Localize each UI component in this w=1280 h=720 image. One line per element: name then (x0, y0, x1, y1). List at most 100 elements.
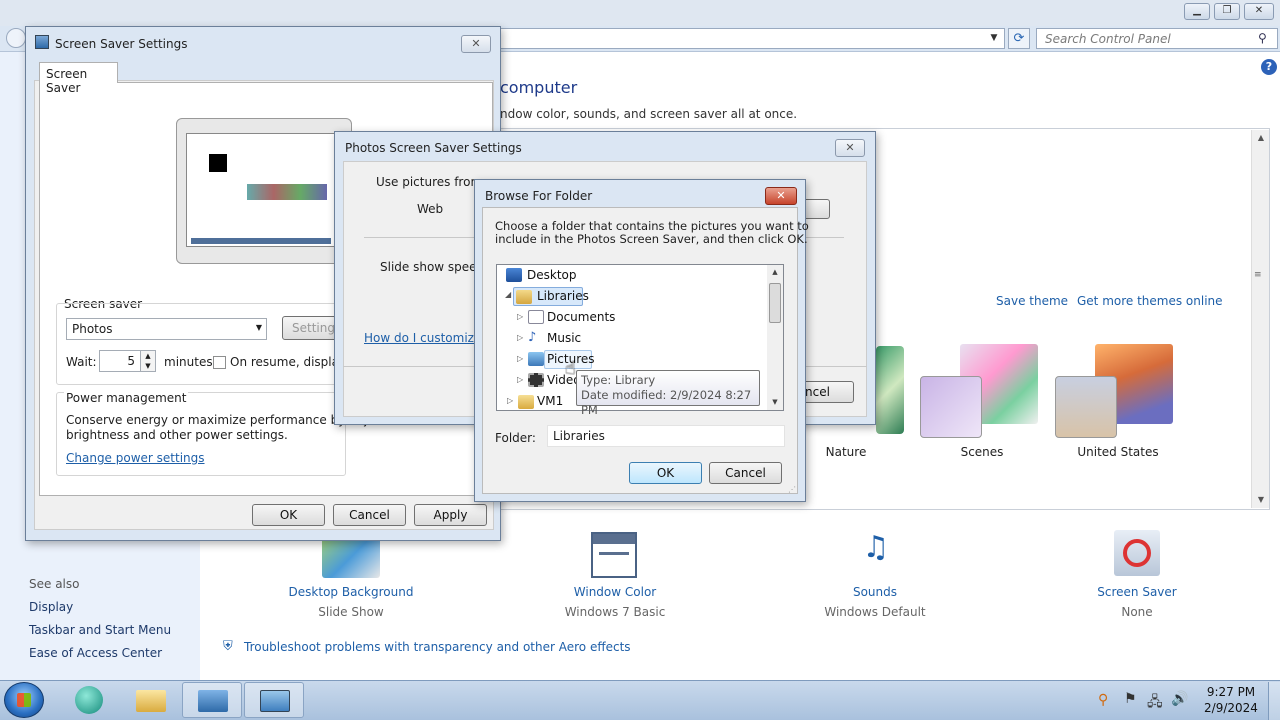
desktop-icon (506, 268, 522, 282)
tooltip-type: Type: Library (581, 373, 656, 387)
united-states-theme-image[interactable] (1055, 344, 1175, 438)
use-pictures-label: Use pictures from: (376, 175, 487, 189)
sounds-link[interactable]: Sounds (800, 585, 950, 599)
folder-label: Folder: (495, 431, 536, 445)
sounds-value: Windows Default (824, 605, 926, 619)
theme-label-scenes[interactable]: Scenes (950, 445, 1014, 459)
power-management-title: Power management (64, 391, 189, 405)
tree-item-libraries[interactable]: Libraries (537, 286, 589, 306)
window-color-icon[interactable] (591, 532, 637, 578)
clock-time: 9:27 PM (1206, 685, 1256, 699)
wait-label: Wait: (66, 355, 97, 369)
hand-cursor-icon: ☝ (565, 358, 576, 379)
video-icon (528, 373, 544, 387)
back-button[interactable] (6, 28, 26, 48)
clock[interactable]: 9:27 PM 2/9/2024 (1196, 684, 1266, 716)
screen-saver-app-icon (35, 35, 49, 49)
maximize-button[interactable]: ❐ (1214, 3, 1240, 20)
browse-close-icon[interactable]: ✕ (765, 187, 797, 205)
power-text-line-1: Conserve energy or maximize performance … (66, 413, 376, 427)
screen-saver-select-value: Photos (72, 322, 113, 336)
page-title: computer (500, 78, 578, 97)
customize-help-link[interactable]: How do I customize (364, 331, 481, 345)
collapsed-arrow-icon[interactable]: ▷ (517, 312, 527, 321)
screen-saver-value: None (1121, 605, 1153, 619)
scenes-theme-image[interactable] (920, 344, 1038, 438)
resize-grip-icon[interactable]: ⋰ (788, 485, 796, 494)
tree-item-desktop[interactable]: Desktop (527, 265, 577, 285)
nature-theme-image[interactable] (876, 346, 904, 434)
photos-dialog-title: Photos Screen Saver Settings (345, 141, 522, 155)
music-icon: ♪ (528, 330, 537, 345)
screen-saver-select[interactable]: Photos ▼ (66, 318, 267, 340)
more-themes-link[interactable]: Get more themes online (1077, 294, 1223, 308)
ok-button[interactable]: OK (252, 504, 325, 526)
close-window-button[interactable]: ✕ (1244, 3, 1274, 20)
scroll-down-icon[interactable]: ▼ (1252, 492, 1270, 508)
taskbar-explorer-icon[interactable] (121, 682, 181, 718)
troubleshoot-link[interactable]: Troubleshoot problems with transparency … (244, 640, 631, 654)
tree-scroll-thumb[interactable] (769, 283, 781, 323)
save-theme-link[interactable]: Save theme (996, 294, 1068, 308)
see-also-display[interactable]: Display (29, 600, 73, 614)
cancel-button[interactable]: Cancel (333, 504, 406, 526)
resume-checkbox[interactable] (213, 356, 226, 369)
see-also-taskbar[interactable]: Taskbar and Start Menu (29, 623, 171, 637)
taskbar-screen-saver-icon[interactable] (244, 682, 304, 718)
documents-icon (528, 310, 544, 324)
themes-scrollbar[interactable]: ▲ ≡ ▼ (1251, 130, 1269, 508)
address-dropdown-icon[interactable]: ▼ (986, 29, 1002, 47)
tree-item-vm1[interactable]: VM1 (537, 391, 563, 411)
browse-cancel-button[interactable]: Cancel (709, 462, 782, 484)
collapsed-arrow-icon[interactable]: ▷ (507, 396, 517, 405)
taskbar-browser-icon[interactable] (60, 682, 120, 718)
taskbar-control-panel-icon[interactable] (182, 682, 242, 718)
collapsed-arrow-icon[interactable]: ▷ (517, 354, 527, 363)
see-also-ease-of-access[interactable]: Ease of Access Center (29, 646, 162, 660)
folder-icon (518, 395, 534, 409)
start-button[interactable] (4, 682, 44, 718)
power-text-line-2: brightness and other power settings. (66, 428, 288, 442)
window-color-link[interactable]: Window Color (540, 585, 690, 599)
screen-saver-icon[interactable] (1114, 530, 1160, 576)
monitor-preview (176, 118, 352, 264)
apply-button[interactable]: Apply (414, 504, 487, 526)
collapsed-arrow-icon[interactable]: ▷ (517, 333, 527, 342)
scroll-grip-icon[interactable]: ≡ (1254, 270, 1266, 284)
network-icon[interactable]: 🖧 (1147, 691, 1163, 715)
address-bar[interactable] (500, 28, 1005, 49)
tab-screen-saver[interactable]: Screen Saver (39, 62, 118, 95)
theme-label-united-states[interactable]: United States (1070, 445, 1166, 459)
photos-close-icon[interactable]: ✕ (835, 139, 865, 157)
sounds-icon[interactable]: ♫ (850, 530, 902, 578)
tree-item-documents[interactable]: Documents (547, 307, 615, 327)
change-power-settings-link[interactable]: Change power settings (66, 451, 205, 465)
tree-item-music[interactable]: Music (547, 328, 581, 348)
resume-label[interactable]: On resume, display (230, 355, 346, 369)
folder-input[interactable]: Libraries (547, 425, 785, 447)
theme-label-nature[interactable]: Nature (818, 445, 874, 459)
minimize-button[interactable]: ▁ (1184, 3, 1210, 20)
search-icon[interactable]: ⚲ (1258, 31, 1272, 45)
search-tray-icon[interactable]: ⚲ (1098, 692, 1108, 708)
screen-saver-link[interactable]: Screen Saver (1062, 585, 1212, 599)
tree-scroll-up-icon[interactable]: ▲ (767, 265, 783, 279)
flag-icon[interactable]: ⚑ (1124, 691, 1137, 707)
desktop-background-link[interactable]: Desktop Background (276, 585, 426, 599)
wait-input[interactable]: 5 (99, 350, 141, 372)
collapsed-arrow-icon[interactable]: ▷ (517, 375, 527, 384)
tree-scrollbar[interactable]: ▲ ▼ (767, 265, 783, 410)
help-icon[interactable]: ? (1261, 59, 1277, 75)
show-desktop-button[interactable] (1268, 682, 1280, 720)
chevron-down-icon[interactable]: ▼ (256, 323, 262, 332)
scroll-up-icon[interactable]: ▲ (1252, 130, 1270, 146)
volume-icon[interactable]: 🔊 (1171, 691, 1188, 707)
wait-stepper[interactable]: ▲ ▼ (140, 350, 156, 372)
tree-scroll-down-icon[interactable]: ▼ (767, 395, 783, 409)
browse-ok-button[interactable]: OK (629, 462, 702, 484)
search-input[interactable]: Search Control Panel (1036, 28, 1278, 49)
desktop-background-icon[interactable] (322, 536, 380, 578)
close-icon[interactable]: ✕ (461, 35, 491, 53)
settings-button[interactable]: Settings (282, 316, 342, 340)
refresh-icon[interactable]: ⟳ (1008, 28, 1030, 49)
